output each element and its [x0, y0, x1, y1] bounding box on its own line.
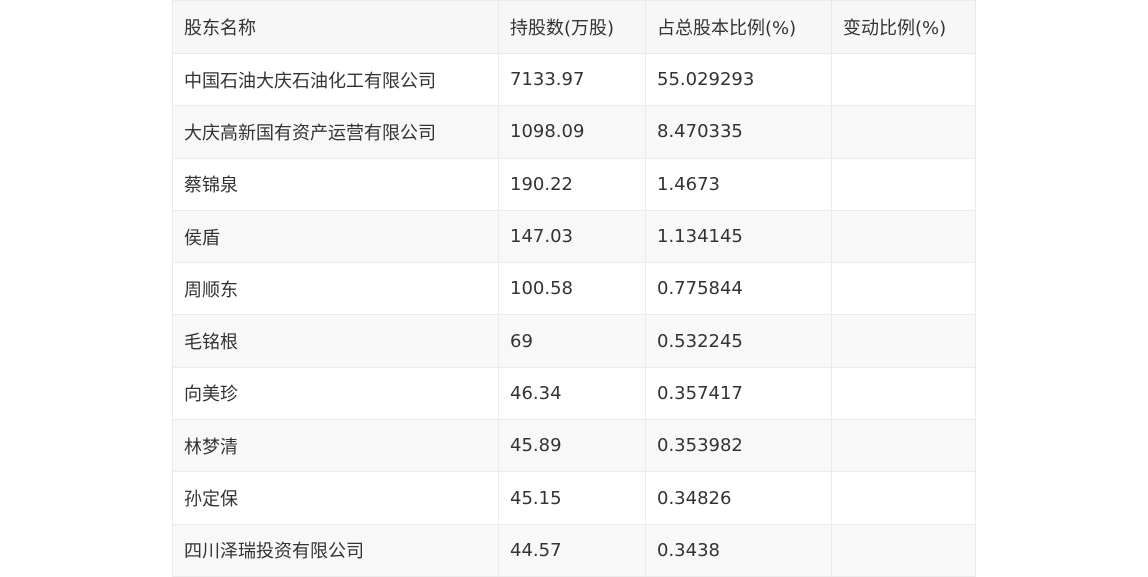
cell-shares-held: 45.89 — [498, 419, 646, 473]
cell-change-ratio — [831, 209, 976, 264]
header-shareholder-name: 股东名称 — [172, 0, 499, 54]
cell-change-ratio — [831, 262, 976, 316]
table-row: 中国石油大庆石油化工有限公司 7133.97 55.029293 — [172, 52, 976, 107]
table-body: 中国石油大庆石油化工有限公司 7133.97 55.029293 大庆高新国有资… — [172, 52, 976, 577]
cell-share-ratio: 1.4673 — [645, 157, 832, 211]
cell-shareholder-name: 大庆高新国有资产运营有限公司 — [172, 105, 499, 159]
header-row: 股东名称 持股数(万股) 占总股本比例(%) 变动比例(%) — [172, 0, 976, 54]
cell-shares-held: 1098.09 — [498, 105, 646, 159]
cell-share-ratio: 8.470335 — [645, 105, 832, 159]
cell-change-ratio — [831, 157, 976, 211]
table-row: 向美珍 46.34 0.357417 — [172, 366, 976, 421]
cell-shares-held: 7133.97 — [498, 52, 646, 107]
cell-shareholder-name: 中国石油大庆石油化工有限公司 — [172, 52, 499, 107]
cell-shares-held: 147.03 — [498, 209, 646, 264]
table-row: 周顺东 100.58 0.775844 — [172, 262, 976, 316]
cell-shareholder-name: 毛铭根 — [172, 314, 499, 368]
cell-shares-held: 46.34 — [498, 366, 646, 421]
table-row: 侯盾 147.03 1.134145 — [172, 209, 976, 264]
shareholder-table: 股东名称 持股数(万股) 占总股本比例(%) 变动比例(%) 中国石油大庆石油化… — [172, 0, 976, 577]
table-header: 股东名称 持股数(万股) 占总股本比例(%) 变动比例(%) — [172, 0, 976, 54]
cell-change-ratio — [831, 52, 976, 107]
cell-change-ratio — [831, 366, 976, 421]
shareholder-table-container: 股东名称 持股数(万股) 占总股本比例(%) 变动比例(%) 中国石油大庆石油化… — [172, 0, 976, 577]
cell-shareholder-name: 侯盾 — [172, 209, 499, 264]
cell-share-ratio: 0.353982 — [645, 419, 832, 473]
cell-shares-held: 190.22 — [498, 157, 646, 211]
cell-share-ratio: 0.775844 — [645, 262, 832, 316]
cell-shares-held: 100.58 — [498, 262, 646, 316]
cell-shares-held: 45.15 — [498, 471, 646, 525]
table-row: 蔡锦泉 190.22 1.4673 — [172, 157, 976, 211]
cell-shareholder-name: 向美珍 — [172, 366, 499, 421]
header-change-ratio: 变动比例(%) — [831, 0, 976, 54]
cell-share-ratio: 0.34826 — [645, 471, 832, 525]
table-row: 毛铭根 69 0.532245 — [172, 314, 976, 368]
header-share-ratio: 占总股本比例(%) — [645, 0, 832, 54]
cell-change-ratio — [831, 105, 976, 159]
cell-shares-held: 69 — [498, 314, 646, 368]
cell-share-ratio: 0.532245 — [645, 314, 832, 368]
cell-share-ratio: 0.357417 — [645, 366, 832, 421]
cell-shareholder-name: 孙定保 — [172, 471, 499, 525]
table-row: 四川泽瑞投资有限公司 44.57 0.3438 — [172, 523, 976, 577]
cell-shareholder-name: 林梦清 — [172, 419, 499, 473]
cell-shareholder-name: 周顺东 — [172, 262, 499, 316]
table-row: 林梦清 45.89 0.353982 — [172, 419, 976, 473]
cell-shares-held: 44.57 — [498, 523, 646, 577]
table-row: 孙定保 45.15 0.34826 — [172, 471, 976, 525]
cell-change-ratio — [831, 419, 976, 473]
cell-share-ratio: 55.029293 — [645, 52, 832, 107]
cell-change-ratio — [831, 523, 976, 577]
cell-share-ratio: 1.134145 — [645, 209, 832, 264]
cell-shareholder-name: 蔡锦泉 — [172, 157, 499, 211]
header-shares-held: 持股数(万股) — [498, 0, 646, 54]
table-row: 大庆高新国有资产运营有限公司 1098.09 8.470335 — [172, 105, 976, 159]
cell-change-ratio — [831, 314, 976, 368]
cell-share-ratio: 0.3438 — [645, 523, 832, 577]
cell-shareholder-name: 四川泽瑞投资有限公司 — [172, 523, 499, 577]
cell-change-ratio — [831, 471, 976, 525]
